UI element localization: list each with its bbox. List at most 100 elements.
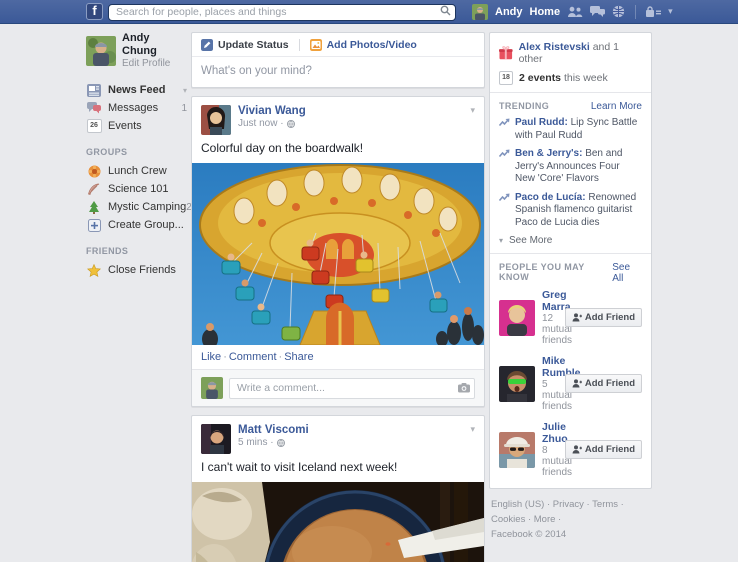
privacy-globe-icon xyxy=(287,120,295,128)
facebook-logo[interactable]: f xyxy=(86,3,103,20)
events-calendar-icon: 26 xyxy=(86,118,102,134)
avatar[interactable] xyxy=(201,105,231,135)
pymk-header: PEOPLE YOU MAY KNOW xyxy=(499,262,612,282)
events-row[interactable]: 18 2 events this week xyxy=(499,71,642,85)
sidebar-item-events[interactable]: 26 Events xyxy=(86,117,187,135)
messages-count-badge: 1 xyxy=(181,103,187,114)
avatar[interactable] xyxy=(499,366,535,402)
comment-link[interactable]: Comment xyxy=(229,351,277,363)
privacy-lock-icon[interactable] xyxy=(646,6,661,17)
trending-item: Paul Rudd: Lip Sync Battle with Paul Rud… xyxy=(499,117,642,142)
notifications-icon[interactable] xyxy=(612,5,625,18)
pymk-mutual-friends: 8 mutual friends xyxy=(542,445,565,478)
sidebar-item-create-group[interactable]: Create Group... xyxy=(86,216,187,234)
search-bar xyxy=(108,2,456,21)
navbar-divider xyxy=(635,5,636,19)
pencil-icon xyxy=(201,39,213,51)
avatar[interactable] xyxy=(499,300,535,336)
avatar[interactable] xyxy=(201,424,231,454)
footer-links-line[interactable]: English (US) · Privacy · Terms · Cookies… xyxy=(491,499,624,525)
avatar xyxy=(86,36,116,66)
trending-topic-link[interactable]: Ben & Jerry's: xyxy=(515,148,582,159)
group-feather-icon xyxy=(86,181,102,197)
add-friend-button[interactable]: Add Friend xyxy=(565,308,642,327)
messages-icon[interactable] xyxy=(590,6,605,18)
post-action-bar: Like·Comment·Share xyxy=(192,345,484,369)
navbar-home-link[interactable]: Home xyxy=(530,6,561,18)
status-composer: Update Status Add Photos/Video What's on… xyxy=(191,32,485,88)
pymk-name-link[interactable]: Mike Rumble xyxy=(542,355,565,379)
trending-topic-link[interactable]: Paco de Lucía: xyxy=(515,192,586,203)
sidebar-item-label: Science 101 xyxy=(108,183,169,195)
birthdays-row[interactable]: Alex Ristevski and 1 other xyxy=(499,41,642,65)
profile-name[interactable]: Andy Chung xyxy=(122,32,187,58)
pymk-name-link[interactable]: Greg Marra xyxy=(542,289,565,313)
post-timestamp[interactable]: Just now · xyxy=(238,118,284,129)
sidebar-profile[interactable]: Andy Chung Edit Profile xyxy=(86,32,187,69)
feed-post-matt: Matt Viscomi 5 mins · ▾ I can't wait to … xyxy=(191,415,485,562)
post-menu-caret-icon[interactable]: ▾ xyxy=(470,105,475,116)
sidebar-item-science-101[interactable]: Science 101 xyxy=(86,180,187,198)
search-input[interactable] xyxy=(108,4,456,21)
navbar-avatar[interactable] xyxy=(472,4,488,20)
post-text: I can't wait to visit Iceland next week! xyxy=(192,460,484,482)
add-friend-icon xyxy=(572,445,582,454)
post-menu-caret-icon[interactable]: ▾ xyxy=(470,424,475,435)
friend-requests-icon[interactable] xyxy=(567,6,583,18)
post-timestamp[interactable]: 5 mins · xyxy=(238,437,274,448)
news-feed-caret-icon[interactable]: ▾ xyxy=(183,86,187,95)
sidebar-item-close-friends[interactable]: Close Friends xyxy=(86,261,187,279)
birthday-person-link: Alex Ristevski xyxy=(519,41,590,53)
sidebar-item-label: Create Group... xyxy=(108,219,184,231)
avatar xyxy=(201,377,223,399)
search-icon xyxy=(440,5,451,16)
see-more-caret-icon: ▾ xyxy=(499,236,503,245)
avatar[interactable] xyxy=(499,432,535,468)
sidebar-item-label: Lunch Crew xyxy=(108,165,167,177)
add-friend-button[interactable]: Add Friend xyxy=(565,440,642,459)
pymk-person-row: Julie Zhuo 8 mutual friends Add Friend xyxy=(499,421,642,478)
post-text: Colorful day on the boardwalk! xyxy=(192,141,484,163)
add-photos-tab[interactable]: Add Photos/Video xyxy=(310,39,417,51)
camera-icon[interactable] xyxy=(458,383,470,393)
sidebar-item-label: Messages xyxy=(108,102,158,114)
update-status-tab[interactable]: Update Status xyxy=(201,39,289,51)
like-link[interactable]: Like xyxy=(201,351,221,363)
sidebar-item-lunch-crew[interactable]: Lunch Crew xyxy=(86,162,187,180)
add-friend-button[interactable]: Add Friend xyxy=(565,374,642,393)
trending-arrow-icon xyxy=(499,118,510,127)
sidebar-item-news-feed[interactable]: News Feed ▾ xyxy=(86,81,187,99)
sidebar-item-label: Events xyxy=(108,120,142,132)
trending-topic-link[interactable]: Paul Rudd: xyxy=(515,117,568,128)
group-flower-icon xyxy=(86,163,102,179)
pymk-person-row: Mike Rumble 5 mutual friends Add Friend xyxy=(499,355,642,412)
trending-learn-more-link[interactable]: Learn More xyxy=(591,101,642,112)
post-author-link[interactable]: Vivian Wang xyxy=(238,105,306,118)
trending-see-more[interactable]: ▾ See More xyxy=(499,235,642,246)
birthday-gift-icon xyxy=(499,46,513,60)
post-author-link[interactable]: Matt Viscomi xyxy=(238,424,309,437)
pymk-mutual-friends: 5 mutual friends xyxy=(542,379,565,412)
status-input[interactable]: What's on your mind? xyxy=(192,57,484,87)
add-photos-label: Add Photos/Video xyxy=(327,39,417,51)
sidebar-item-mystic-camping[interactable]: Mystic Camping 2 xyxy=(86,198,187,216)
pymk-name-link[interactable]: Julie Zhuo xyxy=(542,421,565,445)
friends-section-header: FRIENDS xyxy=(86,246,187,256)
pymk-see-all-link[interactable]: See All xyxy=(612,262,642,284)
right-rail: Alex Ristevski and 1 other 18 2 events t… xyxy=(489,32,652,550)
messages-icon xyxy=(86,100,102,116)
divider xyxy=(490,253,651,254)
trending-item: Paco de Lucía: Renowned Spanish flamenco… xyxy=(499,192,642,230)
sidebar-item-messages[interactable]: Messages 1 xyxy=(86,99,187,117)
comment-input[interactable] xyxy=(229,378,475,399)
post-photo-carousel[interactable] xyxy=(192,163,484,345)
events-calendar-icon: 18 xyxy=(499,71,513,85)
footer-copyright: Facebook © 2014 xyxy=(491,529,566,540)
trending-header: TRENDING xyxy=(499,101,549,111)
sidebar-item-label: Mystic Camping xyxy=(108,201,186,213)
navbar-user-link[interactable]: Andy xyxy=(495,6,523,18)
share-link[interactable]: Share xyxy=(284,351,313,363)
edit-profile-link[interactable]: Edit Profile xyxy=(122,58,187,69)
post-photo-soup[interactable] xyxy=(192,482,484,562)
settings-caret-icon[interactable]: ▾ xyxy=(668,6,673,17)
